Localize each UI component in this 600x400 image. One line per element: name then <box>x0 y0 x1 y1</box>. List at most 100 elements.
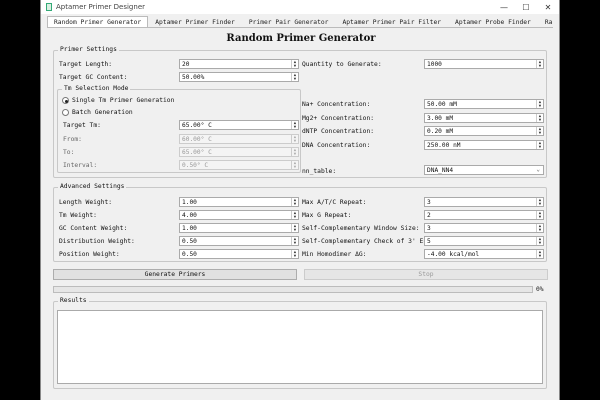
spin-arrows-icon[interactable]: ▲ ▼ <box>536 237 543 245</box>
spin-arrows-icon[interactable]: ▲ ▼ <box>536 114 543 122</box>
position-weight-value: 0.50 <box>182 251 197 258</box>
target-length-input[interactable]: 20 ▲ ▼ <box>179 59 299 69</box>
tab-aptamer-probe-finder[interactable]: Aptamer Probe Finder <box>448 16 538 27</box>
min-homodimer-value: -4.00 kcal/mol <box>427 251 480 258</box>
tab-aptamer-primer-pair-filter[interactable]: Aptamer Primer Pair Filter <box>335 16 448 27</box>
to-label: To: <box>63 149 75 156</box>
tm-weight-label: Tm Weight: <box>59 212 97 219</box>
self-comp-window-label: Self-Complementary Window Size: <box>302 225 420 232</box>
spin-arrows-icon: ▲ ▼ <box>291 135 298 143</box>
position-weight-input[interactable]: 0.50 ▲ ▼ <box>179 249 299 259</box>
batch-radio[interactable] <box>62 109 69 116</box>
mg-input[interactable]: 3.00 mM ▲ ▼ <box>424 113 544 123</box>
results-textarea[interactable] <box>57 310 543 384</box>
spin-arrows-icon[interactable]: ▲ ▼ <box>291 121 298 129</box>
self-comp-window-value: 3 <box>427 225 431 232</box>
dna-label: DNA Concentration: <box>302 142 371 149</box>
tm-weight-input[interactable]: 4.00 ▲ ▼ <box>179 210 299 220</box>
minimize-button[interactable]: — <box>493 0 515 14</box>
spin-arrows-icon[interactable]: ▲ ▼ <box>291 60 298 68</box>
primer-settings-title: Primer Settings <box>58 46 119 53</box>
results-title: Results <box>58 297 89 304</box>
spin-arrows-icon[interactable]: ▲ ▼ <box>291 224 298 232</box>
interval-value: 0.50° C <box>182 162 209 169</box>
spin-arrows-icon[interactable]: ▲ ▼ <box>291 198 298 206</box>
progress-percent: 0% <box>536 286 544 293</box>
dna-value: 250.00 nM <box>427 142 461 149</box>
dntp-label: dNTP Concentration: <box>302 128 375 135</box>
spin-arrows-icon[interactable]: ▲ ▼ <box>536 198 543 206</box>
target-gc-label: Target GC Content: <box>59 74 128 81</box>
spin-arrows-icon: ▲ ▼ <box>291 148 298 156</box>
dntp-value: 0.20 mM <box>427 128 454 135</box>
spin-arrows-icon[interactable]: ▲ ▼ <box>291 211 298 219</box>
self-comp-window-input[interactable]: 3 ▲ ▼ <box>424 223 544 233</box>
target-gc-value: 50.00% <box>182 74 205 81</box>
spin-arrows-icon[interactable]: ▲ ▼ <box>536 127 543 135</box>
max-atc-value: 3 <box>427 199 431 206</box>
nn-table-select[interactable]: DNA_NN4 ⌄ <box>424 165 544 175</box>
spin-arrows-icon[interactable]: ▲ ▼ <box>536 141 543 149</box>
spin-arrows-icon[interactable]: ▲ ▼ <box>291 250 298 258</box>
spin-arrows-icon[interactable]: ▲ ▼ <box>536 224 543 232</box>
min-homodimer-label: Min Homodimer ΔG: <box>302 251 367 258</box>
length-weight-value: 1.00 <box>182 199 197 206</box>
interval-label: Interval: <box>63 162 98 169</box>
from-value: 60.00° C <box>182 136 212 143</box>
na-input[interactable]: 50.00 mM ▲ ▼ <box>424 99 544 109</box>
length-weight-label: Length Weight: <box>59 199 113 206</box>
length-weight-input[interactable]: 1.00 ▲ ▼ <box>179 197 299 207</box>
self-comp-3end-value: 5 <box>427 238 431 245</box>
to-value: 65.00° C <box>182 149 212 156</box>
mg-value: 3.00 mM <box>427 115 454 122</box>
self-comp-3end-label: Self-Complementary Check of 3' End: <box>302 238 435 245</box>
mg-label: Mg2+ Concentration: <box>302 115 375 122</box>
dna-input[interactable]: 250.00 nM ▲ ▼ <box>424 140 544 150</box>
tab-bar: Random Primer Generator Aptamer Primer F… <box>47 16 553 28</box>
self-comp-3end-input[interactable]: 5 ▲ ▼ <box>424 236 544 246</box>
spin-arrows-icon[interactable]: ▲ ▼ <box>291 237 298 245</box>
chevron-down-icon: ⌄ <box>536 166 540 173</box>
nn-table-label: nn_table: <box>302 168 337 175</box>
tab-random-primer-generator[interactable]: Random Primer Generator <box>47 16 149 27</box>
tab-primer-pair-generator[interactable]: Primer Pair Generator <box>242 16 336 27</box>
spin-arrows-icon[interactable]: ▲ ▼ <box>536 100 543 108</box>
maximize-button[interactable]: ☐ <box>515 0 537 14</box>
max-atc-input[interactable]: 3 ▲ ▼ <box>424 197 544 207</box>
page-title: Random Primer Generator <box>226 33 376 44</box>
spin-arrows-icon[interactable]: ▲ ▼ <box>536 211 543 219</box>
window-title: Aptamer Primer Designer <box>56 3 145 11</box>
spin-arrows-icon[interactable]: ▲ ▼ <box>536 250 543 258</box>
progress-bar <box>53 286 533 293</box>
gc-weight-input[interactable]: 1.00 ▲ ▼ <box>179 223 299 233</box>
quantity-label: Quantity to Generate: <box>302 61 382 68</box>
from-input: 60.00° C ▲ ▼ <box>179 134 299 144</box>
from-label: From: <box>63 136 82 143</box>
tm-selection-title: Tm Selection Mode <box>62 85 131 92</box>
advanced-settings-title: Advanced Settings <box>58 183 127 190</box>
max-atc-label: Max A/T/C Repeat: <box>302 199 367 206</box>
generate-primers-button[interactable]: Generate Primers <box>53 269 297 280</box>
target-length-label: Target Length: <box>59 61 113 68</box>
to-input: 65.00° C ▲ ▼ <box>179 147 299 157</box>
tab-aptamer-primer-finder[interactable]: Aptamer Primer Finder <box>148 16 242 27</box>
stop-button[interactable]: Stop <box>304 269 548 280</box>
target-tm-input[interactable]: 65.00° C ▲ ▼ <box>179 120 299 130</box>
dntp-input[interactable]: 0.20 mM ▲ ▼ <box>424 126 544 136</box>
min-homodimer-input[interactable]: -4.00 kcal/mol ▲ ▼ <box>424 249 544 259</box>
gc-weight-label: GC Content Weight: <box>59 225 128 232</box>
tm-weight-value: 4.00 <box>182 212 197 219</box>
spin-arrows-icon[interactable]: ▲ ▼ <box>291 73 298 81</box>
distribution-weight-input[interactable]: 0.50 ▲ ▼ <box>179 236 299 246</box>
single-tm-radio[interactable] <box>62 97 69 104</box>
quantity-input[interactable]: 1000 ▲ ▼ <box>424 59 544 69</box>
max-g-input[interactable]: 2 ▲ ▼ <box>424 210 544 220</box>
close-button[interactable]: ✕ <box>537 0 559 14</box>
single-tm-label[interactable]: Single Tm Primer Generation <box>72 97 174 104</box>
spin-arrows-icon[interactable]: ▲ ▼ <box>536 60 543 68</box>
na-label: Na+ Concentration: <box>302 101 371 108</box>
spin-arrows-icon: ▲ ▼ <box>291 161 298 169</box>
tab-random-probe[interactable]: Random Prob <box>538 16 553 27</box>
batch-label[interactable]: Batch Generation <box>72 109 133 116</box>
target-gc-input[interactable]: 50.00% ▲ ▼ <box>179 72 299 82</box>
